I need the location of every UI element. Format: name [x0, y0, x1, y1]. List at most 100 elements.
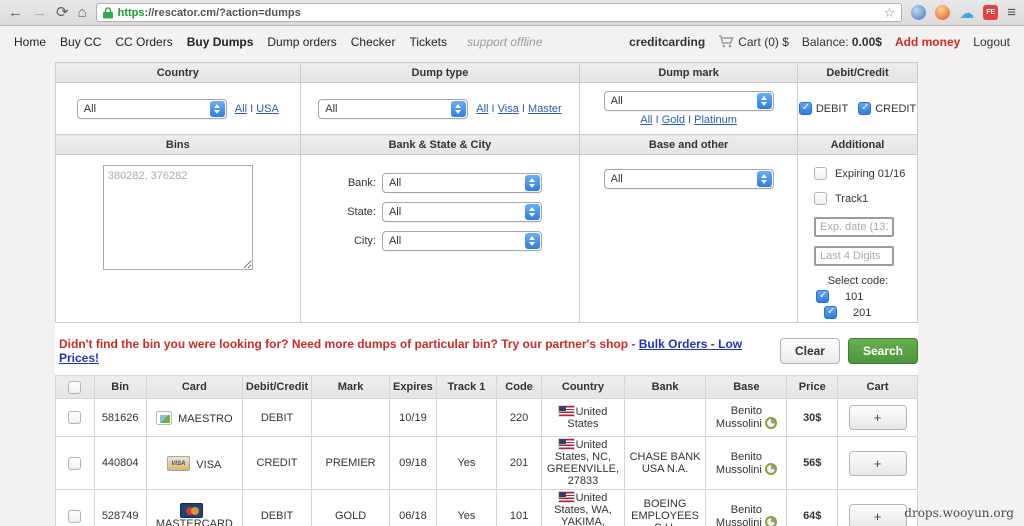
search-button[interactable]: Search	[847, 338, 918, 364]
nav-dump-orders[interactable]: Dump orders	[267, 35, 336, 49]
clock-icon	[764, 515, 777, 526]
watermark: drops.wooyun.org	[904, 506, 1014, 520]
cell-bin: 440804	[93, 436, 147, 490]
col-track1: Track 1	[435, 375, 497, 399]
cell-base: Benito Mussolini	[705, 489, 788, 526]
country-select[interactable]: All	[76, 98, 227, 119]
results-table: Bin Card Debit/Credit Mark Expires Track…	[55, 375, 918, 526]
expiring-checkbox[interactable]	[813, 167, 827, 180]
cell-price: 30$	[786, 398, 839, 437]
us-flag-icon	[558, 405, 574, 416]
partner-banner: Didn't find the bin you were looking for…	[55, 323, 918, 375]
credit-checkbox[interactable]	[858, 102, 872, 115]
row-checkbox[interactable]	[68, 411, 82, 424]
dump-type-link-visa[interactable]: Visa	[498, 103, 519, 115]
country-link-all[interactable]: All	[235, 103, 247, 115]
back-icon[interactable]: ←	[8, 5, 23, 20]
filter-header-debit-credit: Debit/Credit	[796, 62, 919, 83]
cell-card: MAESTRO	[145, 398, 243, 437]
url-text: https://rescator.cm/?action=dumps	[117, 6, 301, 19]
dump-type-link-all[interactable]: All	[476, 103, 488, 115]
dump-type-select[interactable]: All	[318, 98, 469, 119]
dump-mark-select[interactable]: All	[603, 91, 774, 111]
country-link-usa[interactable]: USA	[256, 103, 279, 115]
clock-icon	[764, 462, 777, 475]
https-lock-icon	[102, 6, 113, 18]
code-201-checkbox[interactable]	[823, 306, 837, 319]
col-card: Card	[145, 375, 243, 399]
row-checkbox[interactable]	[68, 456, 82, 470]
bins-textarea[interactable]	[102, 165, 253, 270]
select-stepper-icon	[451, 100, 467, 117]
select-stepper-icon	[524, 204, 540, 220]
select-all-checkbox[interactable]	[68, 380, 82, 394]
select-stepper-icon	[756, 171, 772, 187]
nav-buy-dumps[interactable]: Buy Dumps	[187, 35, 254, 49]
credit-label: CREDIT	[875, 102, 917, 115]
add-to-cart-button[interactable]: +	[848, 405, 907, 430]
cart-link[interactable]: Cart (0) $	[718, 35, 789, 49]
fe-extension-icon[interactable]: FE	[983, 5, 999, 20]
bank-label: Bank:	[347, 177, 376, 189]
cell-country: United States	[541, 398, 625, 437]
table-row: 528749 MASTERCARD DEBIT GOLD 06/18 Yes 1…	[55, 489, 918, 526]
exp-date-input[interactable]	[813, 217, 894, 237]
support-status: support offline	[467, 34, 543, 49]
banner-text: Didn't find the bin you were looking for…	[59, 337, 636, 351]
city-select[interactable]: All	[381, 231, 542, 251]
nav-cc-orders[interactable]: CC Orders	[115, 35, 172, 49]
track1-checkbox[interactable]	[813, 192, 827, 205]
dump-mark-link-all[interactable]: All	[640, 114, 652, 126]
add-to-cart-button[interactable]: +	[848, 450, 907, 476]
state-label: State:	[347, 206, 376, 218]
clear-button[interactable]: Clear	[779, 338, 840, 364]
last4-input[interactable]	[813, 246, 894, 266]
code-101-checkbox[interactable]	[815, 290, 829, 303]
row-checkbox[interactable]	[68, 509, 82, 523]
forward-icon[interactable]: →	[32, 5, 47, 20]
visa-card-icon	[167, 455, 191, 471]
cell-mark: PREMIER	[311, 436, 390, 490]
add-to-cart-button[interactable]: +	[848, 503, 907, 526]
filter-header-additional: Additional	[796, 134, 919, 155]
home-icon[interactable]: ⌂	[78, 5, 87, 20]
select-stepper-icon	[209, 100, 225, 117]
dump-mark-link-platinum[interactable]: Platinum	[694, 114, 737, 126]
filter-header-dump-mark: Dump mark	[579, 62, 798, 83]
cell-debit-credit: DEBIT	[241, 489, 313, 526]
dump-type-link-master[interactable]: Master	[528, 103, 562, 115]
bookmark-star-icon[interactable]: ☆	[884, 5, 896, 21]
state-select[interactable]: All	[381, 202, 542, 222]
select-code-label: Select code:	[827, 275, 889, 287]
cloud-extension-icon[interactable]: ☁	[959, 5, 974, 22]
debit-checkbox[interactable]	[798, 102, 812, 115]
filters-panel: Country Dump type Dump mark Debit/Credit…	[55, 62, 919, 323]
cell-mark: GOLD	[311, 489, 390, 526]
url-bar[interactable]: https://rescator.cm/?action=dumps ☆	[95, 3, 903, 22]
dump-mark-link-gold[interactable]: Gold	[662, 114, 685, 126]
nav-home[interactable]: Home	[14, 35, 46, 49]
globe-extension-icon[interactable]	[911, 5, 927, 20]
base-select[interactable]: All	[603, 169, 774, 189]
logout-link[interactable]: Logout	[973, 35, 1010, 49]
nav-checker[interactable]: Checker	[351, 35, 396, 49]
browser-menu-icon[interactable]: ≡	[1007, 4, 1016, 21]
broken-image-icon	[156, 410, 173, 425]
cell-base: Benito Mussolini	[705, 398, 788, 437]
reload-icon[interactable]: ⟳	[56, 5, 69, 20]
col-bin: Bin	[93, 375, 147, 399]
fox-extension-icon[interactable]	[935, 5, 951, 20]
table-row: 440804 VISA CREDIT PREMIER 09/18 Yes 201…	[55, 436, 918, 490]
cell-debit-credit: DEBIT	[241, 398, 313, 437]
bank-select[interactable]: All	[381, 173, 542, 193]
us-flag-icon	[558, 439, 574, 449]
nav-tickets[interactable]: Tickets	[409, 35, 447, 49]
add-money-link[interactable]: Add money	[895, 35, 960, 49]
col-base: Base	[705, 375, 788, 399]
us-flag-icon	[558, 492, 574, 502]
col-expires: Expires	[388, 375, 437, 399]
nav-buy-cc[interactable]: Buy CC	[60, 35, 101, 49]
cell-expires: 10/19	[388, 398, 437, 437]
cell-card: VISA	[145, 436, 243, 490]
cell-expires: 09/18	[388, 436, 437, 490]
